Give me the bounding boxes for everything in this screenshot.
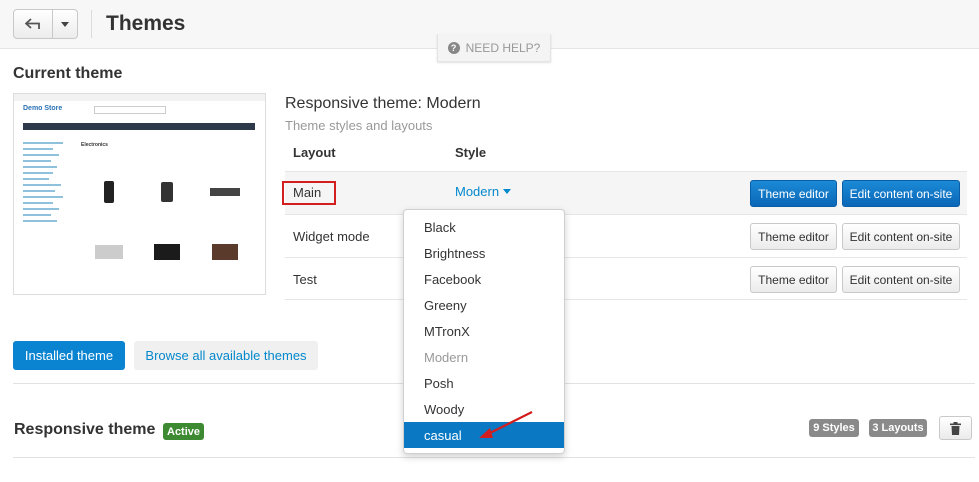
theme-name: Responsive theme: Modern bbox=[285, 95, 481, 112]
style-option-greeny[interactable]: Greeny bbox=[404, 292, 564, 318]
column-header-style: Style bbox=[455, 145, 487, 160]
layout-name: Widget mode bbox=[293, 229, 370, 244]
style-option-mtronx[interactable]: MTronX bbox=[404, 318, 564, 344]
current-theme-title: Current theme bbox=[13, 65, 123, 82]
theme-editor-button[interactable]: Theme editor bbox=[750, 223, 837, 250]
back-button-group bbox=[13, 9, 78, 39]
tab-browse-themes[interactable]: Browse all available themes bbox=[134, 341, 318, 370]
delete-theme-button[interactable] bbox=[939, 416, 972, 440]
highlight-box bbox=[282, 181, 336, 205]
styles-count-badge: 9 Styles bbox=[809, 419, 859, 437]
preview-heading: Electronics bbox=[81, 142, 108, 148]
style-option-facebook[interactable]: Facebook bbox=[404, 266, 564, 292]
layout-name: Test bbox=[293, 272, 317, 287]
theme-subtitle: Theme styles and layouts bbox=[285, 118, 433, 133]
style-option-brightness[interactable]: Brightness bbox=[404, 240, 564, 266]
caret-down-icon bbox=[61, 21, 69, 27]
divider bbox=[13, 457, 975, 458]
layouts-count-badge: 3 Layouts bbox=[869, 419, 927, 437]
back-button[interactable] bbox=[13, 9, 53, 39]
preview-logo: Demo Store bbox=[23, 105, 63, 112]
style-selector[interactable]: Modern bbox=[455, 184, 512, 199]
edit-content-button[interactable]: Edit content on-site bbox=[842, 223, 960, 250]
theme-editor-button[interactable]: Theme editor bbox=[750, 180, 837, 207]
annotation-arrow-icon bbox=[479, 411, 533, 438]
need-help-label: NEED HELP? bbox=[465, 40, 541, 55]
question-icon: ? bbox=[447, 41, 460, 54]
status-badge: Active bbox=[163, 423, 205, 440]
toolbar-divider bbox=[91, 10, 92, 38]
edit-content-button[interactable]: Edit content on-site bbox=[842, 180, 960, 207]
need-help-button[interactable]: ? NEED HELP? bbox=[437, 34, 551, 62]
theme-editor-button[interactable]: Theme editor bbox=[750, 266, 837, 293]
style-selector-label: Modern bbox=[455, 184, 500, 199]
style-option-modern: Modern bbox=[424, 349, 469, 365]
caret-down-icon bbox=[503, 189, 512, 194]
page-title: Themes bbox=[106, 12, 186, 35]
style-option-black[interactable]: Black bbox=[404, 214, 564, 240]
style-option-posh[interactable]: Posh bbox=[404, 370, 564, 396]
back-dropdown-toggle[interactable] bbox=[53, 9, 78, 39]
column-header-layout: Layout bbox=[293, 145, 336, 160]
edit-content-button[interactable]: Edit content on-site bbox=[842, 266, 960, 293]
tab-installed-theme[interactable]: Installed theme bbox=[13, 341, 125, 370]
installed-theme-title: Responsive theme bbox=[14, 421, 156, 438]
theme-preview-image: Demo Store Electronics bbox=[13, 93, 266, 295]
back-arrow-icon bbox=[25, 18, 40, 29]
trash-icon bbox=[950, 421, 961, 435]
